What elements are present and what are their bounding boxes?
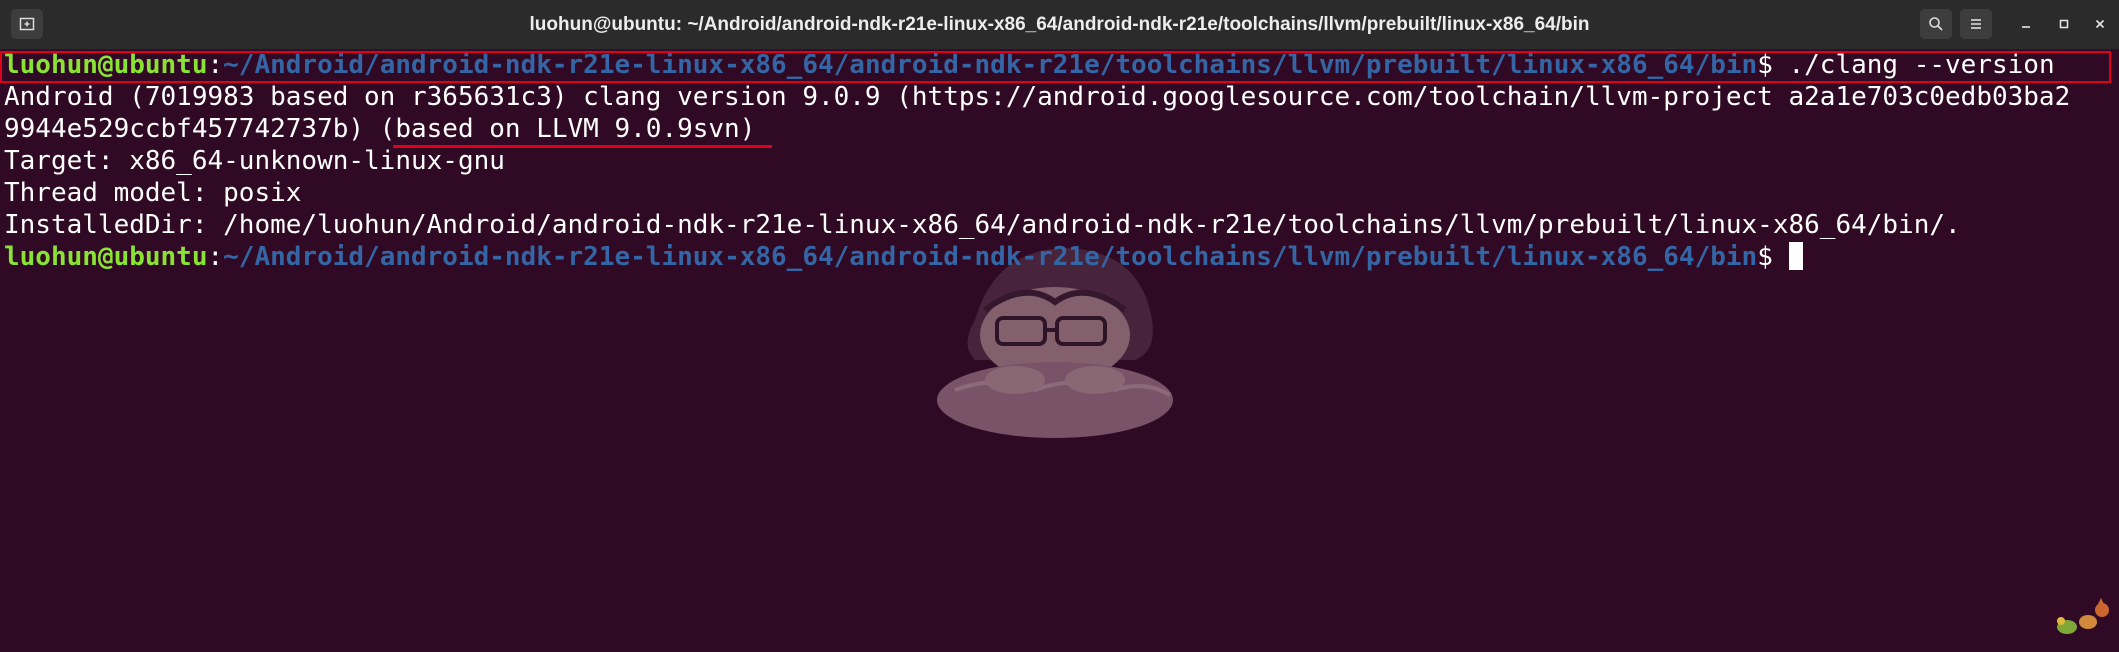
prompt-colon: :: [207, 242, 224, 272]
text-cursor: [1788, 242, 1803, 270]
close-icon: [2095, 19, 2105, 29]
output-line: Target: x86_64-unknown-linux-gnu: [4, 146, 505, 176]
hamburger-menu-icon: [1971, 19, 1981, 29]
new-tab-button[interactable]: [11, 9, 43, 39]
prompt-path: ~/Android/android-ndk-r21e-linux-x86_64/…: [223, 50, 1758, 80]
output-line: 9944e529ccbf457742737b) (based on LLVM 9…: [4, 114, 756, 144]
prompt-user: luohun@ubuntu: [4, 50, 208, 80]
maximize-icon: [2059, 19, 2069, 29]
search-icon: [1929, 17, 1943, 31]
command-text: ./clang --version: [1788, 50, 2055, 80]
close-button[interactable]: [2087, 11, 2113, 37]
terminal-window: luohun@ubuntu: ~/Android/android-ndk-r21…: [0, 0, 2119, 652]
search-button[interactable]: [1920, 9, 1952, 39]
minimize-icon: [2022, 26, 2030, 28]
menu-button[interactable]: [1960, 9, 1992, 39]
prompt-dollar: $: [1757, 242, 1789, 272]
window-title: luohun@ubuntu: ~/Android/android-ndk-r21…: [529, 14, 1590, 35]
prompt-path: ~/Android/android-ndk-r21e-linux-x86_64/…: [223, 242, 1758, 272]
terminal-output[interactable]: luohun@ubuntu:~/Android/android-ndk-r21e…: [4, 49, 2116, 649]
minimize-button[interactable]: [2013, 11, 2039, 37]
maximize-button[interactable]: [2051, 11, 2077, 37]
title-bar[interactable]: luohun@ubuntu: ~/Android/android-ndk-r21…: [0, 0, 2119, 50]
prompt-line-1: luohun@ubuntu:~/Android/android-ndk-r21e…: [4, 49, 2116, 81]
new-tab-icon: [19, 17, 35, 31]
output-line: Thread model: posix: [4, 178, 302, 208]
prompt-line-2: luohun@ubuntu:~/Android/android-ndk-r21e…: [4, 241, 2116, 273]
output-line: InstalledDir: /home/luohun/Android/andro…: [4, 210, 1961, 240]
output-line: Android (7019983 based on r365631c3) cla…: [4, 82, 2071, 112]
prompt-colon: :: [207, 50, 224, 80]
prompt-dollar: $: [1757, 50, 1789, 80]
prompt-user: luohun@ubuntu: [4, 242, 208, 272]
